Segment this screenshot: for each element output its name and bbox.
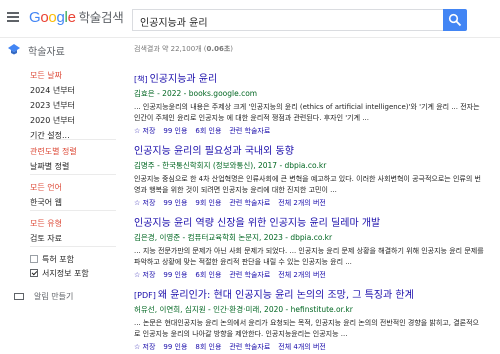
logo-suffix: 학술검색 — [78, 10, 124, 25]
result-snippet: ... 논문은 현대인공지능 윤리 논의에서 윤리가 요청되는 목적, 인공지능… — [134, 319, 479, 338]
cite-link[interactable]: 99 인용 — [163, 127, 187, 135]
envelope-icon — [14, 293, 24, 300]
all-versions-link[interactable]: 전체 2개의 버전 — [278, 271, 326, 279]
result-meta: 김명주 - 한국통신학회지 (정보와통신), 2017 - dbpia.co.k… — [134, 161, 327, 170]
search-result: [PDF] 왜 윤리인가: 현대 인공지능 윤리 논의의 조망, 그 특징과 한계… — [134, 286, 484, 352]
result-title-link[interactable]: 인공지능 윤리의 필요성과 국내외 동향 — [134, 142, 484, 157]
result-title: 인공지능 윤리의 필요성과 국내외 동향 — [134, 146, 294, 157]
sort-section: 관련도별 정렬 날짜별 정렬 — [30, 146, 77, 176]
results-stats: 검색결과 약 22,100개 (0.06초) — [134, 44, 233, 54]
related-link[interactable]: 관련 학술자료 — [229, 199, 270, 207]
type-section: 모든 유형 검토 자료 — [30, 218, 62, 248]
result-snippet: ... 지능 전문가만의 문제가 아닌 사회 문제가 되었다. ... 인공지능… — [134, 247, 484, 266]
search-button[interactable] — [443, 9, 467, 31]
save-link[interactable]: ☆ 저장 — [134, 271, 155, 279]
stats-time: 0.06초 — [206, 45, 231, 53]
checkbox-box[interactable] — [30, 255, 38, 263]
sidebar-divider — [30, 210, 116, 211]
filter-since-2024[interactable]: 2024 년부터 — [30, 85, 75, 96]
result-actions: ☆ 저장 99 인용 9회 인용 관련 학술자료 전체 2개의 버전 — [134, 198, 484, 208]
result-actions: ☆ 저장 99 인용 8회 인용 관련 학술자료 전체 4개의 버전 — [134, 342, 484, 352]
cited-by-link[interactable]: 9회 인용 — [195, 199, 221, 207]
filter-any-time[interactable]: 모든 날짜 — [30, 70, 75, 81]
create-alert-label: 알림 만들기 — [34, 292, 74, 301]
scholar-articles-label[interactable]: 학술자료 — [28, 43, 65, 58]
google-scholar-logo[interactable]: Google 학술검색 — [29, 7, 124, 26]
all-versions-link[interactable]: 전체 4개의 버전 — [278, 343, 326, 351]
cited-by-link[interactable]: 8회 인용 — [195, 343, 221, 351]
save-link[interactable]: ☆ 저장 — [134, 343, 155, 351]
result-title-link[interactable]: 인공지능 윤리 역량 신장을 위한 인공지능 윤리 딜레마 개발 — [134, 214, 484, 229]
include-citations-label: 서지정보 포함 — [42, 269, 89, 278]
filter-any-type[interactable]: 모든 유형 — [30, 218, 62, 229]
sidebar-divider — [30, 246, 116, 247]
related-link[interactable]: 관련 학술자료 — [229, 127, 270, 135]
filter-korean-web[interactable]: 한국어 웹 — [30, 197, 62, 208]
result-title: 왜 윤리인가: 현대 인공지능 윤리 논의의 조망, 그 특징과 한계 — [157, 290, 414, 301]
sort-by-date[interactable]: 날짜별 정렬 — [30, 161, 77, 172]
search-result: 인공지능 윤리 역량 신장을 위한 인공지능 윤리 딜레마 개발 김은경, 이영… — [134, 214, 484, 280]
save-link[interactable]: ☆ 저장 — [134, 127, 155, 135]
logo-letter: e — [67, 9, 76, 26]
result-title: 인공지능 윤리 역량 신장을 위한 인공지능 윤리 딜레마 개발 — [134, 218, 381, 229]
result-title-link[interactable]: [책] 인공지능과 윤리 — [134, 70, 484, 85]
filter-review-articles[interactable]: 검토 자료 — [30, 233, 62, 244]
result-meta: 김은경, 이영준 - 컴퓨터교육학회 논문지, 2023 - dbpia.co.… — [134, 233, 333, 242]
search-input[interactable]: 인공지능과 윤리 — [132, 9, 443, 31]
filter-since-2020[interactable]: 2020 년부터 — [30, 115, 75, 126]
cite-link[interactable]: 99 인용 — [163, 199, 187, 207]
result-actions: ☆ 저장 99 인용 6회 인용 관련 학술자료 — [134, 126, 484, 136]
result-actions: ☆ 저장 99 인용 6회 인용 관련 학술자료 전체 2개의 버전 — [134, 270, 484, 280]
all-versions-link[interactable]: 전체 2개의 버전 — [278, 199, 326, 207]
result-meta: 김효은 - 2022 - books.google.com — [134, 89, 258, 98]
result-snippet: 인공지능 중심으로 한 4차 산업혁명은 인류사회에 큰 변혁을 예고하고 있다… — [134, 175, 481, 194]
result-title-link[interactable]: [PDF] 왜 윤리인가: 현대 인공지능 윤리 논의의 조망, 그 특징과 한계 — [134, 286, 484, 301]
search-result: [책] 인공지능과 윤리 김효은 - 2022 - books.google.co… — [134, 70, 484, 136]
related-link[interactable]: 관련 학술자료 — [229, 271, 270, 279]
top-bar: Google 학술검색 인공지능과 윤리 — [0, 0, 500, 38]
include-citations-checkbox[interactable]: 서지정보 포함 — [30, 268, 89, 279]
scholar-cap-icon — [8, 44, 20, 55]
result-snippet: ... 인공지능윤리의 내용은 주제상 크게 '인공지능의 윤리 (ethics… — [134, 103, 480, 122]
filter-since-2023[interactable]: 2023 년부터 — [30, 100, 75, 111]
sort-by-relevance[interactable]: 관련도별 정렬 — [30, 146, 77, 157]
sidebar-divider — [30, 174, 116, 175]
include-patents-label: 특허 포함 — [42, 255, 74, 264]
result-type-tag: [PDF] — [134, 291, 156, 300]
search-result: 인공지능 윤리의 필요성과 국내외 동향 김명주 - 한국통신학회지 (정보와통… — [134, 142, 484, 208]
checkbox-box-checked[interactable] — [30, 269, 38, 277]
search-icon — [448, 13, 462, 27]
language-section: 모든 언어 한국어 웹 — [30, 182, 62, 212]
logo-letter: g — [56, 9, 65, 26]
save-link[interactable]: ☆ 저장 — [134, 199, 155, 207]
create-alert-link[interactable]: 알림 만들기 — [14, 291, 73, 302]
result-title: 인공지능과 윤리 — [149, 74, 218, 85]
cite-link[interactable]: 99 인용 — [163, 271, 187, 279]
sidebar-divider — [30, 139, 116, 140]
cited-by-link[interactable]: 6회 인용 — [195, 271, 221, 279]
filter-any-language[interactable]: 모든 언어 — [30, 182, 62, 193]
include-patents-checkbox[interactable]: 특허 포함 — [30, 254, 74, 265]
cited-by-link[interactable]: 6회 인용 — [195, 127, 221, 135]
stats-prefix: 검색결과 약 22,100개 ( — [134, 45, 207, 53]
logo-letter: G — [29, 9, 41, 26]
cite-link[interactable]: 99 인용 — [163, 343, 187, 351]
related-link[interactable]: 관련 학술자료 — [229, 343, 270, 351]
hamburger-menu-icon[interactable] — [7, 12, 19, 22]
date-filter-section: 모든 날짜 2024 년부터 2023 년부터 2020 년부터 기간 설정..… — [30, 70, 75, 145]
stats-suffix: ) — [230, 45, 233, 53]
result-type-tag: [책] — [134, 75, 148, 84]
result-meta: 허유선, 이연희, 심지원 - 인간·환경·미래, 2020 - hefinst… — [134, 305, 353, 314]
